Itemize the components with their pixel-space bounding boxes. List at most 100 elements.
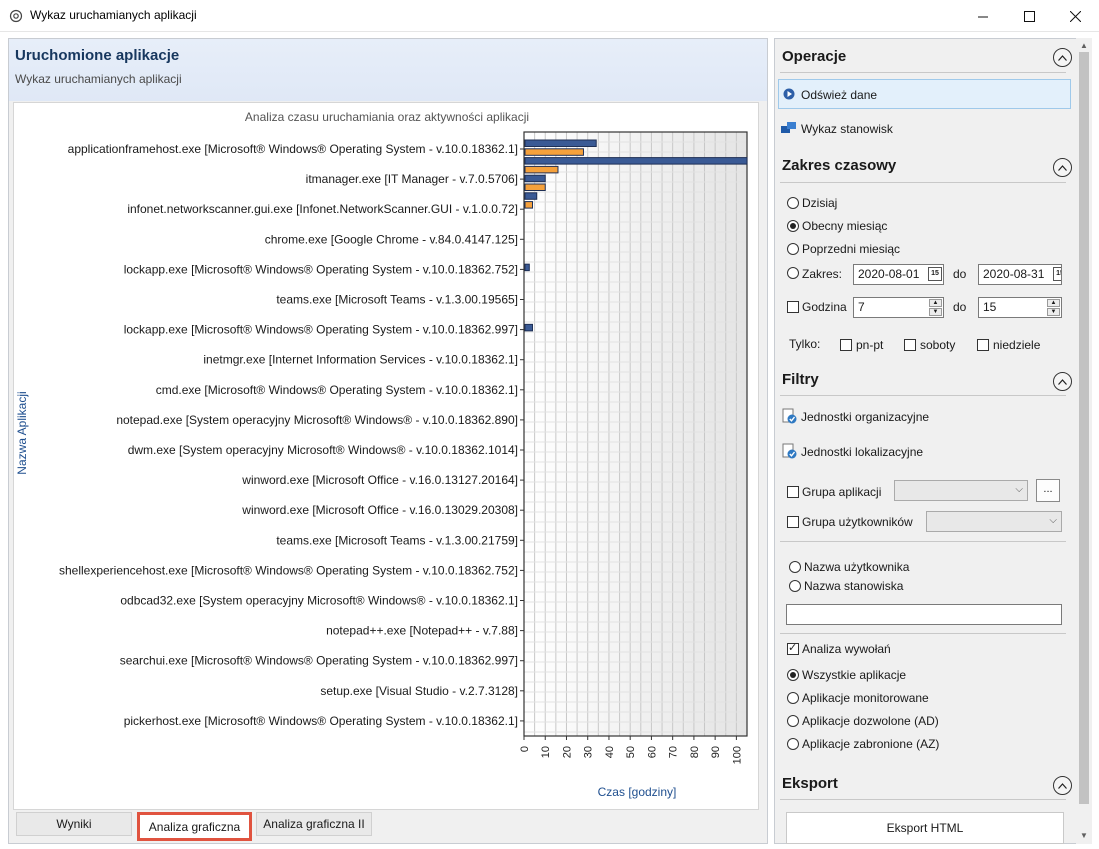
range-radio[interactable]: [787, 267, 799, 279]
collapse-time-range-icon[interactable]: [1053, 158, 1072, 177]
calendar-icon[interactable]: 15: [1053, 267, 1061, 281]
category-label: inetmgr.exe [Internet Information Servic…: [203, 353, 518, 367]
category-label: odbcad32.exe [System operacyjny Microsof…: [120, 594, 518, 608]
plot-background: [524, 132, 747, 736]
org-units-label: Jednostki organizacyjne: [801, 410, 930, 424]
previous-month-radio[interactable]: [787, 243, 799, 255]
category-label: cmd.exe [Microsoft® Windows® Operating S…: [156, 383, 518, 397]
forbidden-apps-radio[interactable]: [787, 738, 799, 750]
scroll-down-icon[interactable]: ▼: [1076, 828, 1092, 842]
date-from-input[interactable]: 2020-08-01 15: [853, 264, 944, 285]
station-name-radio[interactable]: [789, 580, 801, 592]
hour-checkbox[interactable]: [787, 301, 799, 313]
maximize-button[interactable]: [1006, 0, 1052, 32]
collapse-operations-icon[interactable]: [1053, 48, 1072, 67]
bar: [524, 263, 530, 272]
sundays-checkbox[interactable]: [977, 339, 989, 351]
user-group-select[interactable]: ⌵: [926, 511, 1062, 532]
export-html-button[interactable]: Eksport HTML: [786, 812, 1064, 844]
name-filter-input[interactable]: [786, 604, 1062, 625]
category-label: setup.exe [Visual Studio - v.2.7.3128]: [320, 684, 518, 698]
loc-units-icon: [782, 443, 797, 459]
org-units-button[interactable]: Jednostki organizacyjne: [780, 406, 980, 428]
collapse-export-icon[interactable]: [1053, 776, 1072, 795]
saturdays-checkbox[interactable]: [904, 339, 916, 351]
all-apps-label: Wszystkie aplikacje: [802, 668, 907, 682]
tab-graphic-analysis[interactable]: Analiza graficzna: [137, 812, 252, 841]
separator: [780, 541, 1066, 542]
chevron-down-icon: ⌵: [1049, 515, 1057, 526]
call-analysis-checkbox[interactable]: [787, 641, 799, 655]
spin-icon[interactable]: ▲ ▼: [1047, 299, 1060, 316]
maximize-icon: [1023, 10, 1035, 22]
category-label: chrome.exe [Google Chrome - v.84.0.4147.…: [265, 232, 518, 246]
calendar-icon[interactable]: 15: [928, 267, 942, 281]
spin-icon[interactable]: ▲ ▼: [929, 299, 942, 316]
date-to-value: 2020-08-31: [983, 267, 1045, 281]
close-button[interactable]: [1052, 0, 1098, 32]
hour-label: Godzina: [802, 300, 847, 314]
x-tick-label: 100: [731, 746, 743, 764]
category-label: shellexperiencehost.exe [Microsoft® Wind…: [59, 563, 518, 577]
today-radio[interactable]: [787, 197, 799, 209]
separator: [780, 633, 1066, 634]
tab-graphic-analysis-2[interactable]: Analiza graficzna II: [256, 812, 372, 836]
allowed-apps-radio[interactable]: [787, 715, 799, 727]
bar: [524, 174, 546, 183]
x-tick-label: 50: [625, 746, 637, 758]
stations-label: Wykaz stanowisk: [801, 122, 893, 136]
app-group-select[interactable]: ⌵: [894, 480, 1028, 501]
bar: [524, 165, 559, 174]
previous-month-label: Poprzedni miesiąc: [802, 242, 901, 256]
x-tick-label: 40: [604, 746, 616, 758]
x-tick-label: 70: [668, 746, 680, 758]
tab-results[interactable]: Wyniki: [16, 812, 132, 836]
app-group-label: Grupa aplikacji: [802, 485, 882, 499]
scroll-thumb[interactable]: [1079, 52, 1089, 804]
refresh-label: Odśwież dane: [801, 88, 878, 102]
chart-x-axis-label: Czas [godziny]: [598, 785, 677, 799]
category-label: applicationframehost.exe [Microsoft® Win…: [68, 142, 518, 156]
hour-to-stepper[interactable]: 15 ▲ ▼: [978, 297, 1062, 318]
bar: [524, 192, 538, 200]
user-name-radio[interactable]: [789, 561, 801, 573]
bar: [524, 201, 533, 209]
filters-title: Filtry: [782, 371, 819, 388]
category-label: winword.exe [Microsoft Office - v.16.0.1…: [241, 473, 518, 487]
forbidden-apps-label: Aplikacje zabronione (AZ): [802, 737, 940, 751]
category-label: teams.exe [Microsoft Teams - v.1.3.00.19…: [276, 293, 518, 307]
weekdays-checkbox[interactable]: [840, 339, 852, 351]
saturdays-label: soboty: [920, 338, 956, 352]
allowed-apps-label: Aplikacje dozwolone (AD): [802, 714, 939, 728]
collapse-filters-icon[interactable]: [1053, 372, 1072, 391]
category-label: itmanager.exe [IT Manager - v.7.0.5706]: [306, 172, 518, 186]
app-group-checkbox[interactable]: [787, 486, 799, 498]
stations-icon: [781, 122, 796, 133]
options-scrollbar[interactable]: ▲ ▼: [1076, 38, 1092, 844]
scroll-up-icon[interactable]: ▲: [1076, 38, 1092, 52]
all-apps-radio[interactable]: [787, 669, 799, 681]
refresh-data-button[interactable]: Odśwież dane: [778, 79, 1071, 109]
user-group-label: Grupa użytkowników: [802, 515, 913, 529]
stations-list-button[interactable]: Wykaz stanowisk: [780, 118, 980, 138]
category-label: notepad++.exe [Notepad++ - v.7.88]: [326, 624, 518, 638]
current-month-radio[interactable]: [787, 220, 799, 232]
org-units-icon: [782, 408, 797, 424]
loc-units-button[interactable]: Jednostki lokalizacyjne: [780, 441, 980, 463]
x-tick-label: 0: [519, 746, 531, 752]
x-tick-label: 80: [689, 746, 701, 758]
bar: [524, 139, 597, 147]
app-group-browse-button[interactable]: ...: [1036, 479, 1060, 502]
category-label: searchui.exe [Microsoft® Windows® Operat…: [120, 654, 518, 668]
hour-from-value: 7: [858, 300, 865, 314]
weekdays-label: pn-pt: [856, 338, 884, 352]
monitored-apps-radio[interactable]: [787, 692, 799, 704]
hour-from-stepper[interactable]: 7 ▲ ▼: [853, 297, 944, 318]
time-range-title: Zakres czasowy: [782, 157, 897, 174]
date-to-input[interactable]: 2020-08-31 15: [978, 264, 1062, 285]
user-group-checkbox[interactable]: [787, 516, 799, 528]
close-icon: [1069, 10, 1081, 22]
call-analysis-label: Analiza wywołań: [802, 642, 891, 656]
category-label: infonet.networkscanner.gui.exe [Infonet.…: [127, 202, 518, 216]
minimize-button[interactable]: [960, 0, 1006, 32]
